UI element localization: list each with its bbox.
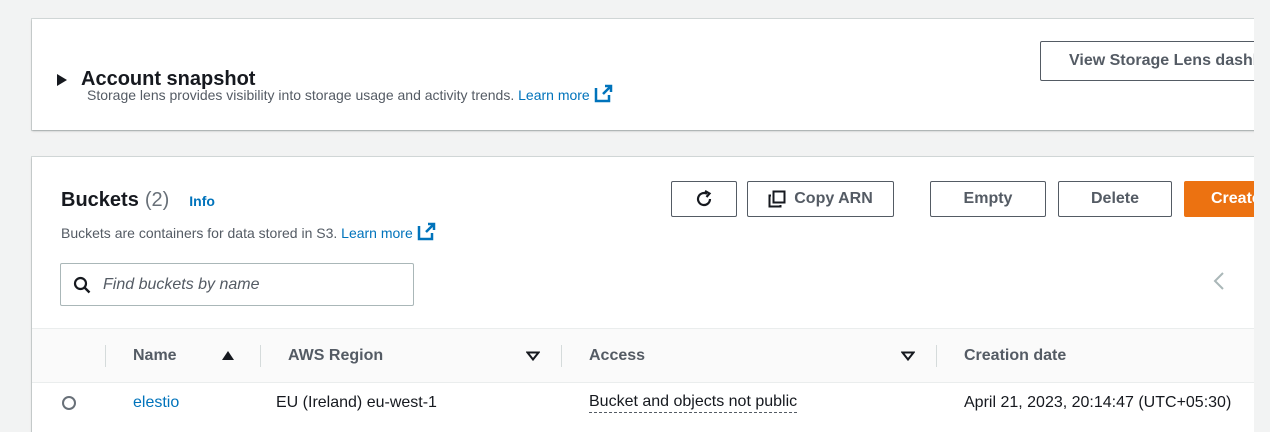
bucket-name-link[interactable]: elestio bbox=[133, 381, 179, 425]
column-divider bbox=[561, 345, 562, 367]
snapshot-learn-more-link[interactable]: Learn more bbox=[518, 87, 590, 103]
bucket-region-text: EU (Ireland) eu-west-1 bbox=[276, 394, 437, 411]
buckets-title: Buckets bbox=[61, 189, 139, 211]
buckets-description-text: Buckets are containers for data stored i… bbox=[61, 225, 338, 241]
refresh-icon bbox=[696, 190, 712, 207]
bucket-access-text[interactable]: Bucket and objects not public bbox=[589, 393, 798, 413]
sort-down-icon[interactable] bbox=[526, 329, 540, 382]
external-link-icon[interactable] bbox=[417, 221, 437, 241]
column-header-created[interactable]: Creation date bbox=[964, 329, 1066, 382]
create-bucket-label: Create bucket bbox=[1211, 190, 1254, 207]
buckets-header: Buckets (2) Info bbox=[61, 189, 215, 212]
column-region-label: AWS Region bbox=[288, 346, 384, 364]
bucket-name[interactable]: elestio bbox=[133, 394, 179, 412]
view-storage-lens-button[interactable]: View Storage Lens dashboard bbox=[1040, 41, 1254, 81]
buckets-learn-more-link[interactable]: Learn more bbox=[341, 225, 413, 241]
column-divider bbox=[260, 345, 261, 367]
sort-ascending-icon[interactable] bbox=[222, 329, 234, 382]
refresh-button[interactable] bbox=[671, 181, 737, 217]
chevron-left-icon[interactable] bbox=[1212, 271, 1226, 291]
buckets-description: Buckets are containers for data stored i… bbox=[61, 221, 437, 241]
copy-arn-button[interactable]: Copy ARN bbox=[747, 181, 894, 217]
buckets-count: (2) bbox=[144, 189, 170, 211]
copy-icon bbox=[768, 190, 786, 208]
delete-label: Delete bbox=[1090, 190, 1140, 207]
column-header-name[interactable]: Name bbox=[133, 329, 177, 382]
bucket-access[interactable]: Bucket and objects not public bbox=[589, 381, 798, 425]
bucket-creation-date: April 21, 2023, 20:14:47 (UTC+05:30) bbox=[964, 381, 1231, 425]
bucket-creation-date-text: April 21, 2023, 20:14:47 (UTC+05:30) bbox=[964, 394, 1232, 411]
snapshot-description-text: Storage lens provides visibility into st… bbox=[87, 87, 515, 103]
empty-label: Empty bbox=[963, 190, 1013, 207]
column-created-label: Creation date bbox=[964, 346, 1067, 364]
table-row[interactable]: elestio EU (Ireland) eu-west-1 Bucket an… bbox=[32, 381, 1254, 425]
column-access-label: Access bbox=[589, 346, 646, 364]
table-header: Name AWS Region Access Creation date bbox=[32, 328, 1254, 383]
delete-button[interactable]: Delete bbox=[1058, 181, 1172, 217]
column-name-label: Name bbox=[133, 346, 177, 364]
column-divider bbox=[105, 345, 106, 367]
search-input[interactable] bbox=[101, 274, 405, 295]
column-divider bbox=[936, 345, 937, 367]
caret-right-icon bbox=[57, 73, 67, 86]
bucket-region: EU (Ireland) eu-west-1 bbox=[276, 381, 437, 425]
row-select-radio[interactable] bbox=[62, 381, 76, 425]
buckets-panel: Buckets (2) Info Buckets are containers … bbox=[32, 157, 1254, 432]
column-header-region[interactable]: AWS Region bbox=[288, 329, 383, 382]
external-link-icon[interactable] bbox=[594, 83, 614, 103]
search-icon bbox=[73, 276, 91, 293]
s3-buckets-page: Account snapshot Storage lens provides v… bbox=[0, 0, 1254, 432]
account-snapshot-description: Storage lens provides visibility into st… bbox=[87, 83, 614, 103]
create-bucket-button[interactable]: Create bucket bbox=[1184, 181, 1254, 217]
copy-arn-label: Copy ARN bbox=[794, 190, 873, 207]
info-link[interactable]: Info bbox=[189, 193, 215, 209]
account-snapshot-panel: Account snapshot Storage lens provides v… bbox=[32, 19, 1254, 130]
search-box[interactable] bbox=[60, 263, 414, 306]
empty-button[interactable]: Empty bbox=[930, 181, 1046, 217]
view-storage-lens-label: View Storage Lens dashboard bbox=[1069, 52, 1254, 69]
sort-down-icon[interactable] bbox=[901, 329, 915, 382]
column-header-access[interactable]: Access bbox=[589, 329, 645, 382]
